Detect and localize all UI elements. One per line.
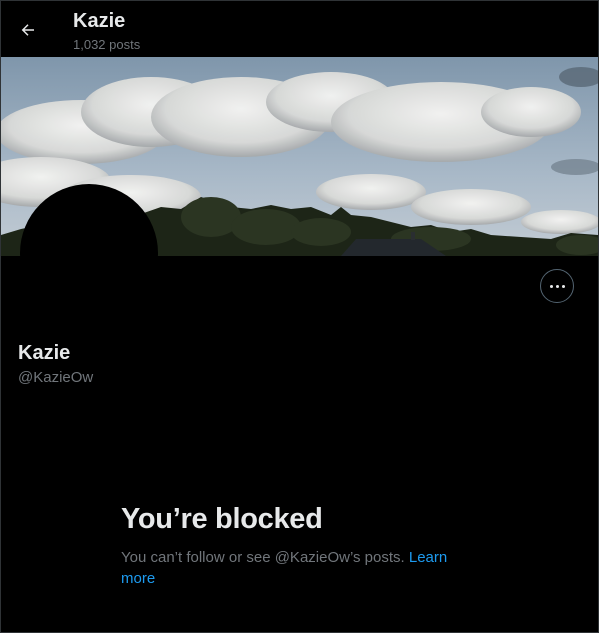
blocked-message-text: You can’t follow or see @KazieOw’s posts… <box>121 549 409 566</box>
blocked-title: You’re blocked <box>121 503 323 535</box>
avatar[interactable] <box>20 184 158 322</box>
blocked-message: You can’t follow or see @KazieOw’s posts… <box>121 547 471 589</box>
more-horizontal-icon <box>549 284 553 288</box>
back-button[interactable] <box>15 17 41 43</box>
top-bar: Kazie 1,032 posts <box>1 1 598 57</box>
arrow-left-icon <box>21 24 34 36</box>
profile-page: Kazie 1,032 posts Kazie @KazieOw You’re … <box>0 0 599 633</box>
header-name: Kazie <box>73 10 126 32</box>
profile-display-name: Kazie <box>18 342 71 364</box>
profile-handle: @KazieOw <box>18 369 94 386</box>
more-options-button[interactable] <box>540 269 574 303</box>
header-post-count: 1,032 posts <box>73 37 141 52</box>
